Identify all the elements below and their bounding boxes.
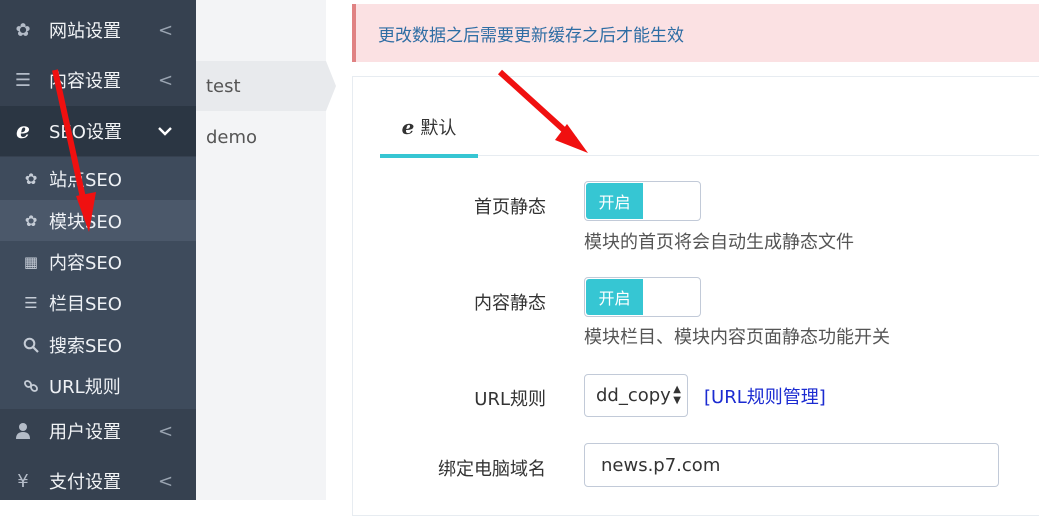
submenu-label: 搜索SEO [49, 335, 122, 357]
tab-default[interactable]: e 默认 [380, 100, 478, 158]
nav-item-payment-settings[interactable]: ¥ 支付设置 < [0, 456, 196, 506]
site-item-test[interactable]: test [196, 61, 326, 111]
site-item-demo[interactable]: demo [196, 112, 326, 162]
url-rule-manage-link[interactable]: [URL规则管理] [704, 383, 826, 409]
cache-notice-alert: 更改数据之后需要更新缓存之后才能生效 [352, 4, 1039, 62]
submenu-item-url-rule[interactable]: URL规则 [0, 365, 196, 406]
home-static-label: 首页静态 [474, 197, 546, 218]
site-list: test demo [196, 0, 326, 500]
list-icon: ☰ [14, 69, 32, 91]
toggle-on-label: 开启 [586, 183, 643, 219]
nav-label: 用户设置 [49, 422, 121, 443]
link-icon [22, 377, 40, 395]
chevron-left-icon: < [158, 19, 174, 41]
submenu-item-search-seo[interactable]: 搜索SEO [0, 324, 196, 365]
gears-icon: ✿ [24, 211, 38, 230]
home-static-toggle[interactable]: 开启 [584, 181, 701, 221]
list-icon: ☰ [24, 293, 38, 312]
search-icon [22, 336, 40, 354]
url-rule-label: URL规则 [474, 389, 546, 410]
content-static-help: 模块栏目、模块内容页面静态功能开关 [584, 327, 890, 348]
home-static-help: 模块的首页将会自动生成静态文件 [584, 232, 854, 253]
gear-icon: ✿ [24, 169, 38, 188]
pc-domain-label: 绑定电脑域名 [438, 459, 546, 480]
yen-icon: ¥ [17, 470, 29, 492]
gear-icon: ✿ [15, 19, 31, 41]
select-arrows-icon: ▲ ▼ [673, 384, 681, 406]
ie-icon: e [401, 115, 415, 139]
tab-divider [380, 155, 1039, 156]
submenu-item-module-seo[interactable]: ✿ 模块SEO [0, 200, 196, 241]
nav-item-user-settings[interactable]: 用户设置 < [0, 406, 196, 456]
grid-icon: ▦ [23, 252, 39, 271]
submenu-label: URL规则 [49, 376, 121, 398]
submenu-item-content-seo[interactable]: ▦ 内容SEO [0, 241, 196, 282]
nav-label: 网站设置 [49, 21, 121, 42]
site-label: demo [206, 126, 258, 148]
submenu-label: 栏目SEO [49, 293, 122, 315]
submenu-label: 模块SEO [49, 211, 122, 233]
submenu-label: 内容SEO [49, 252, 122, 274]
nav-item-content-settings[interactable]: ☰ 内容设置 < [0, 55, 196, 105]
chevron-left-icon: < [158, 420, 174, 442]
nav-label: 内容设置 [49, 71, 121, 92]
nav-label: 支付设置 [49, 472, 121, 493]
user-icon [12, 420, 34, 442]
pc-domain-input[interactable]: news.p7.com [584, 443, 999, 487]
content-static-label: 内容静态 [474, 293, 546, 314]
toggle-on-label: 开启 [586, 279, 643, 315]
url-rule-select[interactable]: dd_copy ▲ ▼ [584, 374, 688, 417]
alert-text: 更改数据之后需要更新缓存之后才能生效 [378, 25, 684, 46]
submenu-item-site-seo[interactable]: ✿ 站点SEO [0, 158, 196, 199]
select-value: dd_copy [596, 385, 671, 406]
chevron-left-icon: < [158, 470, 174, 492]
nav-item-seo-settings[interactable]: e SEO设置 [0, 106, 196, 156]
input-value: news.p7.com [601, 454, 721, 476]
chevron-down-icon [158, 122, 172, 140]
active-site-pointer [326, 61, 336, 111]
content-static-toggle[interactable]: 开启 [584, 277, 701, 317]
tab-label: 默认 [420, 118, 457, 139]
ie-icon: e [16, 118, 30, 144]
site-label: test [206, 75, 241, 97]
chevron-left-icon: < [158, 69, 174, 91]
submenu-item-category-seo[interactable]: ☰ 栏目SEO [0, 282, 196, 323]
nav-item-site-settings[interactable]: ✿ 网站设置 < [0, 5, 196, 55]
nav-label: SEO设置 [49, 122, 122, 143]
sidebar: ✿ 网站设置 < ☰ 内容设置 < e SEO设置 ✿ 站点SEO ✿ 模块SE… [0, 0, 196, 500]
seo-submenu: ✿ 站点SEO ✿ 模块SEO ▦ 内容SEO ☰ 栏目SEO 搜索SEO UR… [0, 157, 196, 409]
submenu-label: 站点SEO [49, 169, 122, 191]
